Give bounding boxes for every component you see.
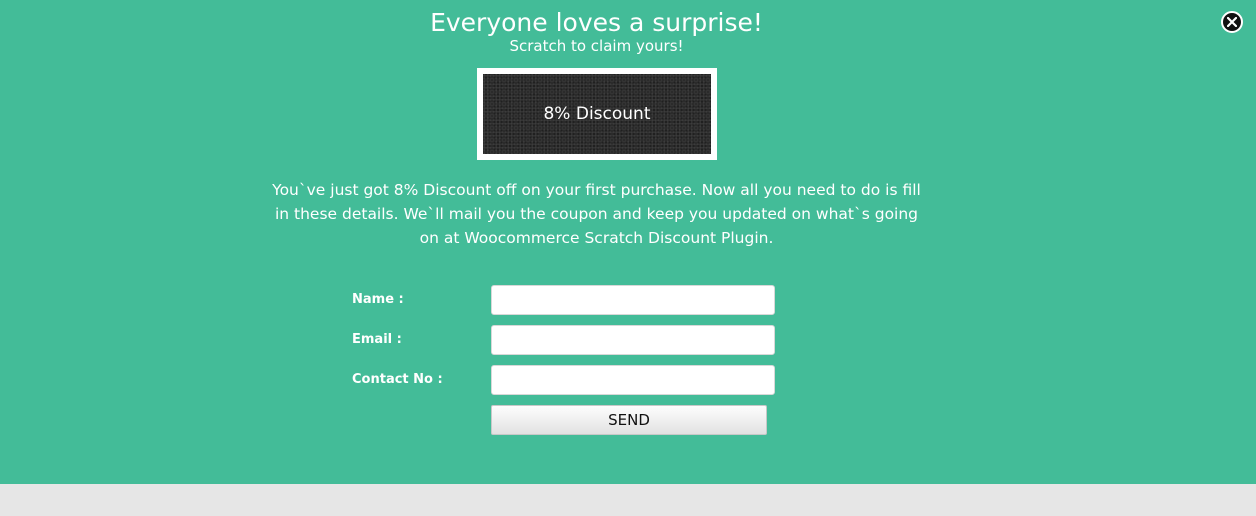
popup-title: Everyone loves a surprise! (430, 8, 763, 37)
email-input[interactable] (491, 325, 775, 355)
name-label: Name : (352, 292, 404, 307)
discount-message: You`ve just got 8% Discount off on your … (272, 181, 921, 247)
name-input[interactable] (491, 285, 775, 315)
scratch-card-frame: 8% Discount (477, 68, 717, 160)
popup-subtitle: Scratch to claim yours! (509, 37, 684, 55)
scratch-card[interactable]: 8% Discount (483, 74, 711, 154)
contact-label: Contact No : (352, 372, 443, 387)
send-button[interactable]: SEND (491, 405, 767, 435)
contact-input[interactable] (491, 365, 775, 395)
scratch-reveal-text: 8% Discount (543, 104, 651, 124)
scratch-popup: Everyone loves a surprise! Scratch to cl… (0, 0, 1256, 484)
close-x-glyph (1227, 17, 1237, 27)
close-icon[interactable] (1221, 11, 1243, 33)
email-label: Email : (352, 332, 402, 347)
